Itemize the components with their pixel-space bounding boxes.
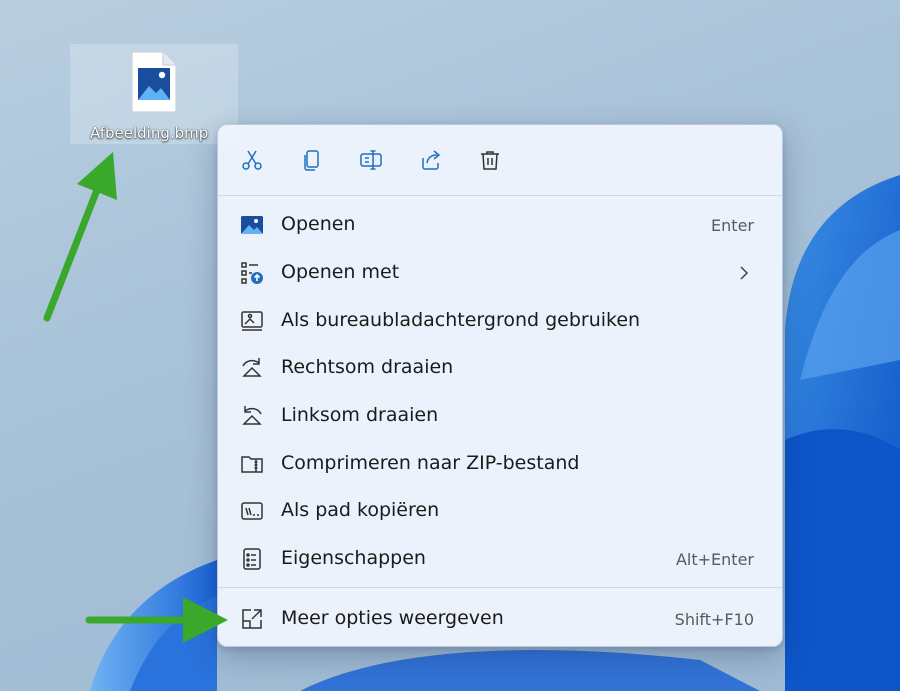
rotate-left-icon (240, 404, 264, 428)
menu-item-copy-path[interactable]: Als pad kopiëren (226, 489, 776, 533)
menu-item-set-wallpaper[interactable]: Als bureaubladachtergrond gebruiken (226, 299, 776, 343)
menu-item-compress-zip[interactable]: Comprimeren naar ZIP-bestand (226, 442, 776, 486)
trash-icon (481, 151, 499, 170)
menu-item-rotate-left[interactable]: Linksom draaien (226, 394, 776, 438)
quick-actions-bar (218, 125, 782, 195)
image-file-icon (129, 50, 179, 118)
menu-item-label: Eigenschappen (281, 547, 426, 569)
more-options-icon (240, 607, 264, 631)
menu-item-openen[interactable]: Openen Enter (226, 203, 776, 247)
open-with-icon (240, 261, 264, 285)
menu-item-label: Als bureaubladachtergrond gebruiken (281, 309, 641, 331)
menu-divider (218, 195, 782, 196)
menu-divider (218, 587, 782, 588)
menu-item-openen-met[interactable]: Openen met (226, 251, 776, 295)
rename-button[interactable] (354, 143, 388, 177)
share-button[interactable] (414, 143, 448, 177)
cut-button[interactable] (235, 143, 269, 177)
annotation-arrow-up (43, 152, 117, 322)
menu-item-label: Comprimeren naar ZIP-bestand (281, 452, 580, 474)
menu-item-label: Als pad kopiëren (281, 499, 440, 521)
context-menu: Openen Enter Openen met Als bureaubladac… (217, 124, 783, 647)
file-name-label: Afbeelding.bmp (90, 124, 209, 142)
copy-icon (304, 150, 319, 171)
menu-item-label: Rechtsom draaien (281, 356, 454, 378)
share-icon (422, 150, 441, 170)
annotation-arrow-right (85, 597, 228, 643)
menu-item-label: Openen met (281, 261, 400, 283)
menu-item-label: Meer opties weergeven (281, 607, 504, 629)
rename-icon (360, 150, 382, 170)
wallpaper-icon (240, 309, 264, 333)
copy-button[interactable] (295, 143, 329, 177)
copy-path-icon (240, 499, 264, 523)
delete-button[interactable] (473, 143, 507, 177)
desktop-file-icon[interactable]: Afbeelding.bmp (70, 44, 238, 144)
menu-item-label: Linksom draaien (281, 404, 439, 426)
scissors-icon (242, 150, 262, 170)
menu-item-more-options[interactable]: Meer opties weergeven Shift+F10 (226, 597, 776, 641)
properties-icon (240, 547, 264, 571)
menu-item-label: Openen (281, 213, 356, 235)
menu-item-shortcut: Enter (711, 216, 754, 235)
chevron-right-icon (738, 264, 750, 282)
image-icon (240, 213, 264, 237)
menu-item-shortcut: Alt+Enter (675, 550, 754, 569)
menu-item-properties[interactable]: Eigenschappen Alt+Enter (226, 537, 776, 581)
rotate-right-icon (240, 356, 264, 380)
menu-item-shortcut: Shift+F10 (674, 610, 754, 629)
menu-item-rotate-right[interactable]: Rechtsom draaien (226, 346, 776, 390)
zip-icon (240, 452, 264, 476)
